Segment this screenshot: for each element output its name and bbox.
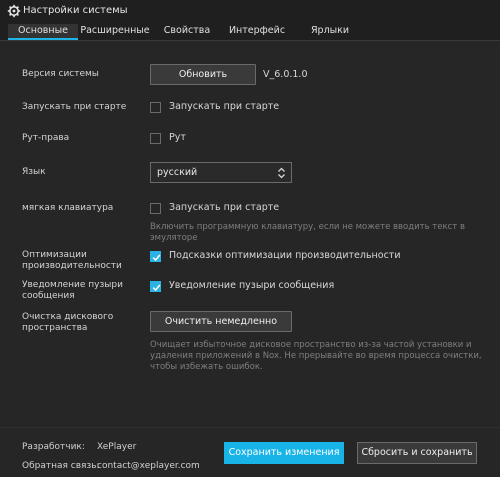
tab-advanced[interactable]: Расширенные [80, 24, 150, 40]
chevron-updown-icon [278, 167, 285, 179]
tab-shortcuts[interactable]: Ярлыки [295, 24, 365, 40]
soft-keyboard-checkbox-label: Запускать при старте [169, 202, 280, 213]
clean-now-button[interactable]: Очистить немедленно [150, 311, 292, 332]
settings-window: Настройки системы Основные Расширенные С… [0, 0, 500, 477]
disk-cleanup-hint-line2: удаления приложений в Nox. Не прерывайте… [150, 351, 482, 361]
root-checkbox-label: Рут [169, 132, 186, 143]
checkmark-icon [152, 284, 161, 292]
soft-keyboard-checkbox[interactable] [150, 203, 161, 214]
language-label: Язык [22, 167, 46, 177]
save-changes-button[interactable]: Сохранить изменения [224, 442, 344, 464]
soft-keyboard-hint-line1: Включить программную клавиатуру, если не… [150, 222, 465, 232]
disk-cleanup-label-line1: Очистка дискового [22, 312, 114, 322]
developer-label: Разработчик: [22, 442, 85, 452]
bubbles-label-line2: сообщения [22, 291, 75, 301]
version-label: Версия системы [22, 69, 99, 79]
tab-properties[interactable]: Свойства [152, 24, 222, 40]
footer-divider [0, 427, 500, 428]
update-button[interactable]: Обновить [150, 64, 256, 85]
disk-cleanup-label-line2: пространства [22, 323, 88, 333]
autostart-checkbox-label: Запускать при старте [169, 101, 280, 112]
tab-label: Свойства [163, 25, 211, 36]
developer-value: XePlayer [97, 442, 137, 452]
tab-label: Основные [18, 25, 68, 36]
window-title: Настройки системы [23, 5, 128, 16]
version-value: V_6.0.1.0 [263, 69, 308, 80]
autostart-label: Запускать при старте [22, 102, 127, 112]
tab-label: Расширенные [80, 25, 150, 36]
performance-label-line2: производительности [22, 261, 122, 271]
tab-label: Интерфейс [228, 25, 286, 36]
title-bar: Настройки системы [0, 0, 500, 24]
checkmark-icon [152, 254, 161, 262]
tab-interface[interactable]: Интерфейс [222, 24, 292, 40]
root-label: Рут-права [22, 133, 70, 143]
tab-basic[interactable]: Основные [8, 24, 78, 40]
bubbles-checkbox[interactable] [150, 281, 161, 292]
autostart-checkbox[interactable] [150, 102, 161, 113]
performance-checkbox-label: Подсказки оптимизации производительности [169, 250, 401, 261]
disk-cleanup-hint-line3: чтобы избежать ошибок. [150, 362, 263, 372]
tab-label: Ярлыки [310, 25, 350, 36]
feedback-label: Обратная связь: [22, 461, 100, 471]
bubbles-checkbox-label: Уведомление пузыри сообщения [169, 280, 335, 291]
reset-and-save-button[interactable]: Сбросить и сохранить [357, 442, 477, 464]
bubbles-label-line1: Уведомление пузыри [22, 280, 123, 290]
performance-checkbox[interactable] [150, 251, 161, 262]
tab-bar: Основные Расширенные Свойства Интерфейс … [0, 24, 500, 41]
feedback-email-link[interactable]: contact@xeplayer.com [97, 461, 200, 471]
soft-keyboard-label: мягкая клавиатура [22, 203, 114, 213]
language-selected: русский [157, 167, 198, 178]
language-select[interactable]: русский [150, 162, 292, 183]
root-checkbox[interactable] [150, 133, 161, 144]
performance-label-line1: Оптимизации [22, 250, 87, 260]
gear-icon [7, 4, 21, 18]
soft-keyboard-hint-line2: эмуляторе [150, 233, 198, 243]
disk-cleanup-hint-line1: Очищает избыточное дисковое пространство… [150, 340, 472, 350]
